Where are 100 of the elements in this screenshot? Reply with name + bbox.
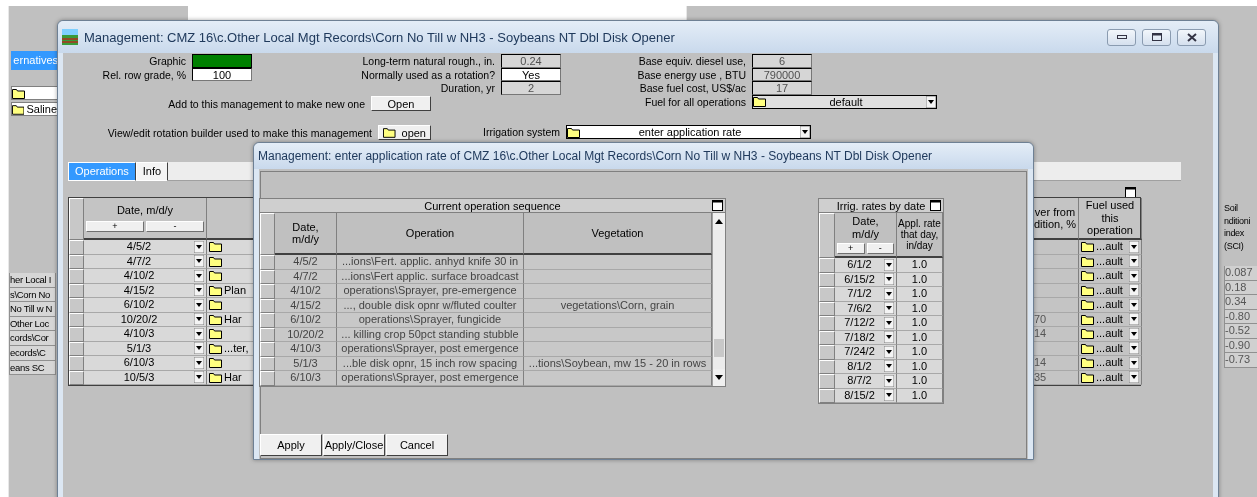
- dialog-button[interactable]: Cancel: [386, 434, 448, 456]
- dropdown-button[interactable]: [884, 287, 894, 300]
- irrigation-dropdown[interactable]: enter application rate: [566, 125, 812, 139]
- date-text: 7/6/2: [846, 301, 873, 315]
- add-row-button[interactable]: +: [86, 221, 144, 233]
- operation-cell: operations\Sprayer, pre-emergence: [337, 284, 524, 299]
- dropdown-button[interactable]: [194, 356, 204, 369]
- property-label: Base energy use , BTU: [636, 68, 746, 81]
- dialog-button[interactable]: Apply/Close: [323, 434, 385, 456]
- dropdown-button[interactable]: [1129, 371, 1139, 384]
- dropdown-button[interactable]: [884, 302, 894, 315]
- row-selector[interactable]: [819, 287, 835, 302]
- dropdown-button[interactable]: [1129, 313, 1139, 326]
- operation-text: Har: [224, 370, 242, 384]
- dropdown-button[interactable]: [1129, 255, 1139, 268]
- dropdown-button[interactable]: [194, 298, 204, 311]
- fuel-text: ...ault: [1096, 283, 1124, 297]
- maximize-button[interactable]: [1142, 28, 1171, 46]
- row-selector[interactable]: [69, 269, 84, 284]
- date-text: 4/7/2: [125, 254, 153, 268]
- open-button[interactable]: Open: [371, 96, 431, 111]
- date-text: 7/1/2: [846, 287, 873, 301]
- dropdown-button[interactable]: [1129, 342, 1139, 355]
- dropdown-button[interactable]: [194, 313, 204, 326]
- scroll-thumb[interactable]: [714, 338, 724, 357]
- row-selector[interactable]: [260, 313, 275, 328]
- dropdown-button[interactable]: [194, 269, 204, 282]
- dropdown-button[interactable]: [1129, 298, 1139, 311]
- row-selector[interactable]: [819, 345, 835, 360]
- dropdown-button[interactable]: [884, 273, 894, 286]
- date-text: 6/10/3: [122, 356, 156, 370]
- toggle-square-icon[interactable]: [712, 200, 723, 211]
- date-cell: 6/10/2: [275, 313, 337, 328]
- property-label: Fuel for all operations: [644, 95, 746, 108]
- dropdown-button[interactable]: [884, 331, 894, 344]
- row-selector[interactable]: [69, 356, 84, 371]
- dropdown-button[interactable]: [1129, 284, 1139, 297]
- folder-field[interactable]: Saline: [11, 102, 58, 116]
- date-text: 7/18/2: [843, 330, 876, 344]
- maximize-icon: [1151, 33, 1162, 41]
- operation-cell: operations\Sprayer, post emergence: [337, 342, 524, 357]
- row-selector[interactable]: [69, 240, 84, 255]
- row-selector[interactable]: [69, 298, 84, 313]
- dropdown-button[interactable]: [1129, 240, 1139, 253]
- row-selector[interactable]: [260, 284, 275, 299]
- toggle-square-icon[interactable]: [930, 200, 941, 211]
- row-selector[interactable]: [819, 374, 835, 389]
- operation-text: ...ter,: [224, 341, 249, 355]
- scroll-up-button[interactable]: [713, 213, 725, 230]
- dropdown-button[interactable]: [884, 374, 894, 387]
- dropdown-button[interactable]: [884, 316, 894, 329]
- row-selector[interactable]: [819, 316, 835, 331]
- list-item[interactable]: cords\Cor: [9, 331, 56, 346]
- scroll-down-button[interactable]: [713, 368, 725, 386]
- date-text: 6/15/2: [843, 272, 876, 286]
- dropdown-button[interactable]: [1129, 269, 1139, 282]
- field-landscape-icon: [62, 29, 78, 45]
- list-item[interactable]: No Till w N: [9, 302, 56, 317]
- date-text: 7/12/2: [843, 316, 876, 330]
- dropdown-button[interactable]: [194, 284, 204, 297]
- tab[interactable]: Info: [135, 162, 169, 181]
- row-selector[interactable]: [260, 342, 275, 357]
- dropdown-button[interactable]: [800, 126, 811, 138]
- list-item[interactable]: her Local I: [9, 273, 56, 288]
- row-selector[interactable]: [260, 371, 275, 386]
- fuel-dropdown[interactable]: default: [752, 94, 937, 109]
- date-text: 4/15/2: [122, 283, 156, 297]
- row-selector[interactable]: [260, 255, 275, 270]
- rate-cell: 1.0: [897, 316, 943, 331]
- open-button[interactable]: open: [378, 125, 431, 140]
- dropdown-button[interactable]: [194, 240, 204, 253]
- folder-field[interactable]: [11, 86, 58, 100]
- dialog-button[interactable]: Apply: [260, 434, 322, 456]
- dropdown-button[interactable]: [926, 95, 936, 108]
- table-cell: -0.73: [1224, 353, 1257, 368]
- cover-text: 14: [1034, 356, 1047, 370]
- close-button[interactable]: [1177, 28, 1206, 46]
- row-selector[interactable]: [819, 258, 835, 273]
- dropdown-button[interactable]: [884, 360, 894, 373]
- dropdown-button[interactable]: [194, 327, 204, 340]
- scrollbar[interactable]: [712, 213, 725, 386]
- dropdown-button[interactable]: [884, 389, 894, 402]
- dropdown-button[interactable]: [194, 371, 204, 384]
- add-row-button[interactable]: +: [837, 243, 865, 254]
- table-title: Irrig. rates by date: [836, 199, 926, 212]
- dropdown-button[interactable]: [194, 342, 204, 355]
- close-icon: [1186, 32, 1197, 42]
- dropdown-button[interactable]: [194, 255, 204, 268]
- dropdown-button[interactable]: [884, 258, 894, 271]
- remove-row-button[interactable]: -: [866, 243, 894, 254]
- toggle-square-icon[interactable]: [1125, 187, 1136, 198]
- arrow-down-icon: [715, 374, 723, 380]
- dropdown-button[interactable]: [1129, 327, 1139, 340]
- row-selector[interactable]: [69, 327, 84, 342]
- dropdown-button[interactable]: [884, 345, 894, 358]
- dropdown-button[interactable]: [1129, 356, 1139, 369]
- remove-row-button[interactable]: -: [146, 221, 204, 233]
- minimize-button[interactable]: [1107, 28, 1136, 46]
- graphic-swatch[interactable]: [192, 54, 252, 68]
- date-text: 10/5/3: [122, 370, 156, 384]
